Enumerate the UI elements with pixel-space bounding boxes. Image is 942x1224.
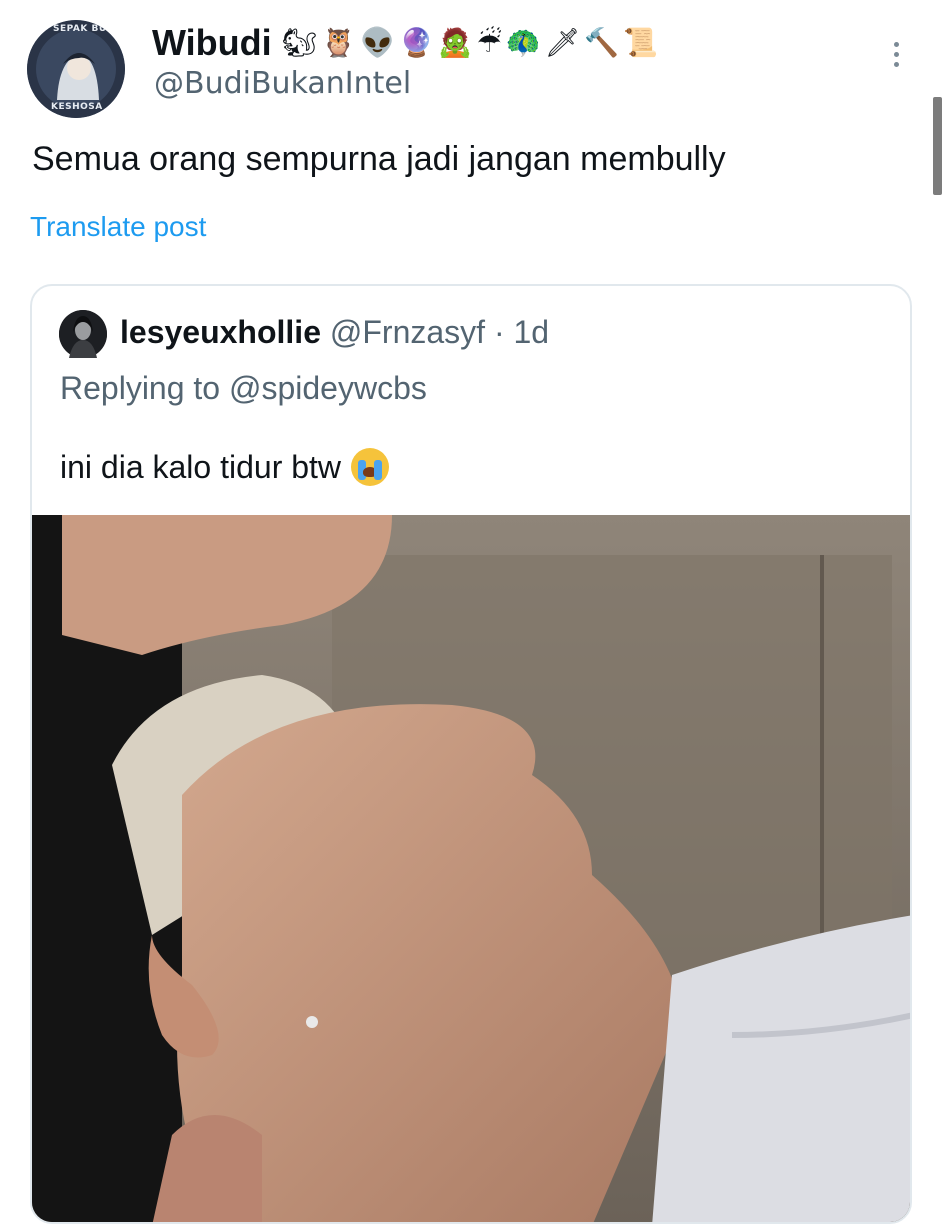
quoted-post-time[interactable]: 1d xyxy=(513,314,549,350)
quoted-post-card[interactable]: lesyeuxhollie @Frnzasyf · 1d Replying to… xyxy=(30,284,912,1224)
author-avatar[interactable]: SEPAK BUMI KESHOSA xyxy=(27,20,125,118)
more-vertical-icon-dot xyxy=(893,51,899,57)
quoted-author-avatar[interactable] xyxy=(59,310,107,358)
crying-face-icon xyxy=(351,448,390,486)
replying-to-label: Replying to @spideywcbs xyxy=(60,370,427,406)
hammer-emoji-icon: 🔨 xyxy=(584,26,620,59)
more-vertical-icon xyxy=(893,41,899,47)
umbrella-emoji-icon: ☔ xyxy=(476,26,502,59)
avatar-badge-bottom: KESHOSA xyxy=(51,102,103,112)
more-options-button[interactable] xyxy=(882,34,910,74)
sleeping-person-photo xyxy=(32,515,910,1222)
quoted-post-media-image[interactable] xyxy=(32,515,910,1222)
dagger-emoji-icon: 🗡 xyxy=(544,26,581,59)
quoted-post-text: ini dia kalo tidur btw xyxy=(60,448,342,485)
crystal-ball-emoji-icon: 🔮 xyxy=(398,26,434,59)
translate-post-link[interactable]: Translate post xyxy=(30,211,206,243)
header-separator: · xyxy=(493,314,505,350)
alien-emoji-icon: 👽 xyxy=(360,26,395,59)
quoted-author-name[interactable]: lesyeuxhollie xyxy=(120,314,321,350)
quoted-post-header: lesyeuxhollie @Frnzasyf · 1d xyxy=(120,314,549,351)
post-text: Semua orang sempurna jadi jangan membull… xyxy=(32,140,726,178)
owl-emoji-icon: 🦉 xyxy=(321,26,357,59)
author-display-name-row[interactable]: Wibudi 🐿 🦉 👽 🔮 🧟 ☔ 🦚 🗡 🔨 📜 xyxy=(152,20,658,66)
squirrel-emoji-icon: 🐿 xyxy=(281,26,318,59)
quoted-author-handle[interactable]: @Frnzasyf xyxy=(330,314,485,350)
zombie-emoji-icon: 🧟 xyxy=(437,26,473,59)
scroll-emoji-icon: 📜 xyxy=(623,26,658,59)
quoted-avatar-artwork xyxy=(59,310,107,358)
author-display-name[interactable]: Wibudi xyxy=(152,22,272,64)
peacock-emoji-icon: 🦚 xyxy=(505,26,541,59)
avatar-badge-top: SEPAK BUMI xyxy=(53,24,120,34)
author-handle[interactable]: @BudiBukanIntel xyxy=(154,66,411,101)
more-vertical-icon-dot xyxy=(893,61,899,67)
scrollbar-thumb[interactable] xyxy=(933,97,942,195)
quoted-post-body: ini dia kalo tidur btw xyxy=(60,448,390,486)
